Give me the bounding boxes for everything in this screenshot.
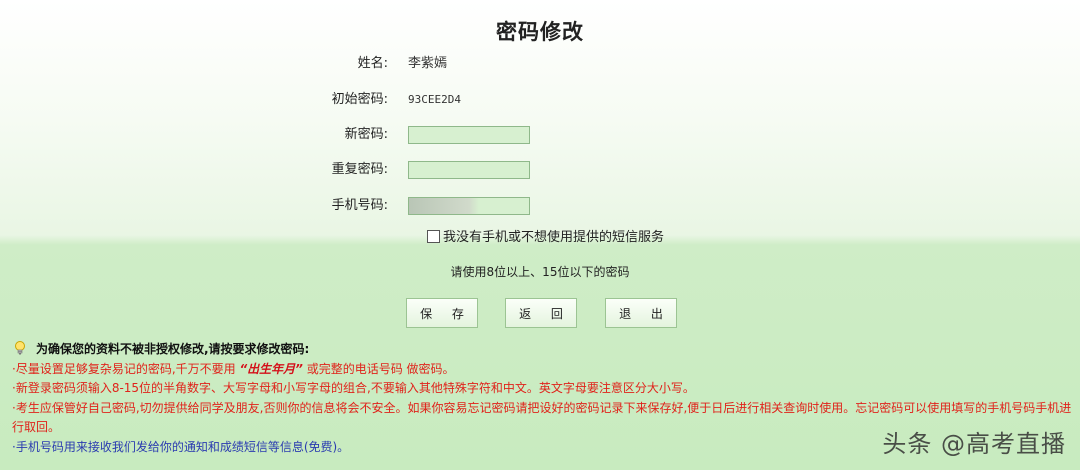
notice-item-1: ·尽量设置足够复杂易记的密码,千万不要用 “出生年月” 或完整的电话号码 做密码… <box>12 360 1072 380</box>
notice-item-1-text-b: 或完整的电话号码 做密码。 <box>302 361 455 376</box>
initial-password-label: 初始密码: <box>331 92 388 107</box>
watermark: 头条 @高考直播 <box>882 430 1066 458</box>
notice-heading-row: 为确保您的资料不被非授权修改,请按要求修改密码: <box>12 340 1072 360</box>
name-value: 李紫嫣 <box>408 56 448 71</box>
lightbulb-icon <box>12 340 28 356</box>
no-phone-checkbox[interactable] <box>427 230 440 243</box>
phone-input[interactable] <box>408 197 530 215</box>
new-password-label: 新密码: <box>344 127 388 142</box>
notice-item-2: ·新登录密码须输入8-15位的半角数字、大写字母和小写字母的组合,不要输入其他特… <box>12 381 695 395</box>
notice-item-1-text-a: ·尽量设置足够复杂易记的密码,千万不要用 <box>12 361 240 376</box>
name-label: 姓名: <box>357 56 388 71</box>
phone-label: 手机号码: <box>331 198 388 213</box>
save-button[interactable]: 保 存 <box>406 298 478 328</box>
exit-button[interactable]: 退 出 <box>605 298 677 328</box>
repeat-password-label: 重复密码: <box>331 162 388 177</box>
notice-item-1-emphasis: “出生年月” <box>239 361 303 376</box>
no-phone-checkbox-label: 我没有手机或不想使用提供的短信服务 <box>443 230 665 245</box>
password-length-hint: 请使用8位以上、15位以下的密码 <box>450 265 630 279</box>
page-title: 密码修改 <box>496 19 584 44</box>
initial-password-value: 93CEE2D4 <box>408 93 461 106</box>
no-phone-option[interactable]: 我没有手机或不想使用提供的短信服务 <box>427 229 664 247</box>
notice-heading: 为确保您的资料不被非授权修改,请按要求修改密码: <box>36 342 310 356</box>
back-button[interactable]: 返 回 <box>505 298 577 328</box>
new-password-input[interactable] <box>408 126 530 144</box>
repeat-password-input[interactable] <box>408 161 530 179</box>
